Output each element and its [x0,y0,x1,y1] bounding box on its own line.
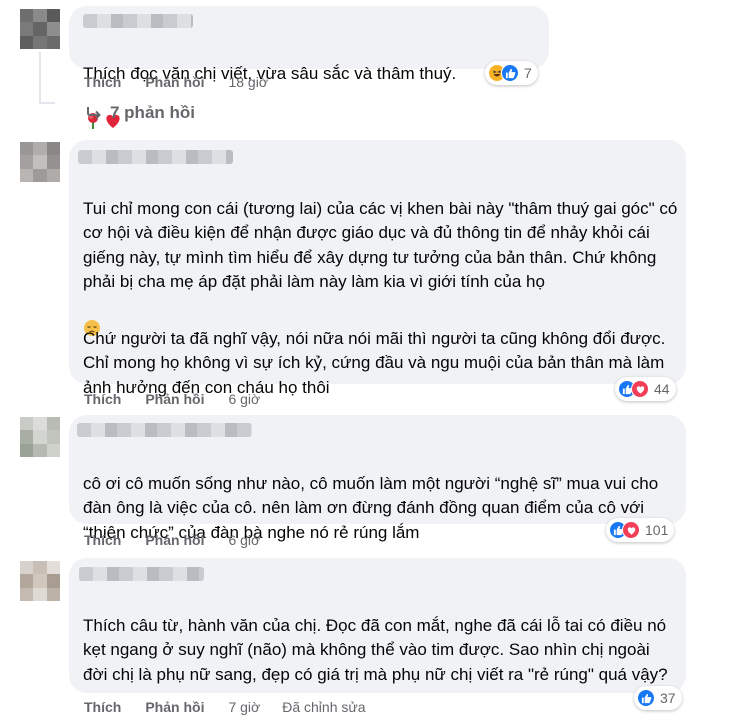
reaction-summary[interactable]: 37 [634,686,682,710]
like-button[interactable]: Thích [84,699,121,715]
reply-button[interactable]: Phản hồi [145,74,204,90]
author-name[interactable] [78,150,233,164]
thread-line [39,52,41,104]
like-button[interactable]: Thích [84,74,121,90]
comment-bubble: Tui chỉ mong con cái (tương lai) của các… [69,140,686,442]
timestamp[interactable]: 7 giờ [228,699,260,715]
comment-text-body: Chứ người ta đã nghĩ vậy, nói nữa nói mã… [83,328,666,397]
reply-arrow-icon [86,106,102,120]
like-button[interactable]: Thích [84,391,121,407]
author-name[interactable] [77,423,252,437]
comment-bubble: Thích đọc văn chị viết, vừa sâu sắc và t… [69,6,549,129]
avatar[interactable] [20,9,60,49]
comment-text: Thích câu từ, hành văn của chị. Đọc đã c… [83,589,673,687]
thread-line [39,102,55,104]
timestamp[interactable]: 6 giờ [228,532,260,548]
comment-actions: Thích Phản hồi 6 giờ [84,391,282,407]
author-name[interactable] [79,567,204,581]
author-name[interactable] [83,14,193,28]
comment-text: cô ơi cô muốn sống như nào, cô muốn làm … [83,447,673,545]
comment-actions: Thích Phản hồi 7 giờ Đã chỉnh sửa [84,699,366,715]
like-icon [501,64,519,82]
timestamp[interactable]: 6 giờ [228,391,260,407]
reply-button[interactable]: Phản hồi [145,532,204,548]
view-replies-label: 7 phản hồi [110,103,195,122]
love-icon [631,380,649,398]
reply-button[interactable]: Phản hồi [145,391,204,407]
avatar[interactable] [20,561,60,601]
comment-bubble: cô ơi cô muốn sống như nào, cô muốn làm … [69,415,686,542]
comment-bubble: Thích câu từ, hành văn của chị. Đọc đã c… [69,558,686,693]
comment-text-body: Thích câu từ, hành văn của chị. Đọc đã c… [83,615,668,684]
reaction-count: 37 [660,690,676,706]
comment-actions: Thích Phản hồi 6 giờ [84,532,282,548]
comment-text-body: Tui chỉ mong con cái (tương lai) của các… [83,198,678,292]
reaction-summary[interactable]: 44 [615,377,676,401]
love-icon [622,521,640,539]
like-icon [637,689,655,707]
avatar[interactable] [20,142,60,182]
reaction-summary[interactable]: 7 [485,61,538,85]
timestamp[interactable]: 18 giờ [228,74,268,90]
comment-actions: Thích Phản hồi 18 giờ [84,74,290,90]
reaction-summary[interactable]: 101 [606,518,675,542]
edited-label[interactable]: Đã chỉnh sửa [282,699,365,715]
reaction-count: 7 [524,65,532,81]
reaction-count: 44 [654,381,670,397]
like-button[interactable]: Thích [84,532,121,548]
reaction-count: 101 [645,522,669,538]
reply-button[interactable]: Phản hồi [145,699,204,715]
view-replies-link[interactable]: 7 phản hồi [86,103,195,123]
avatar[interactable] [20,417,60,457]
